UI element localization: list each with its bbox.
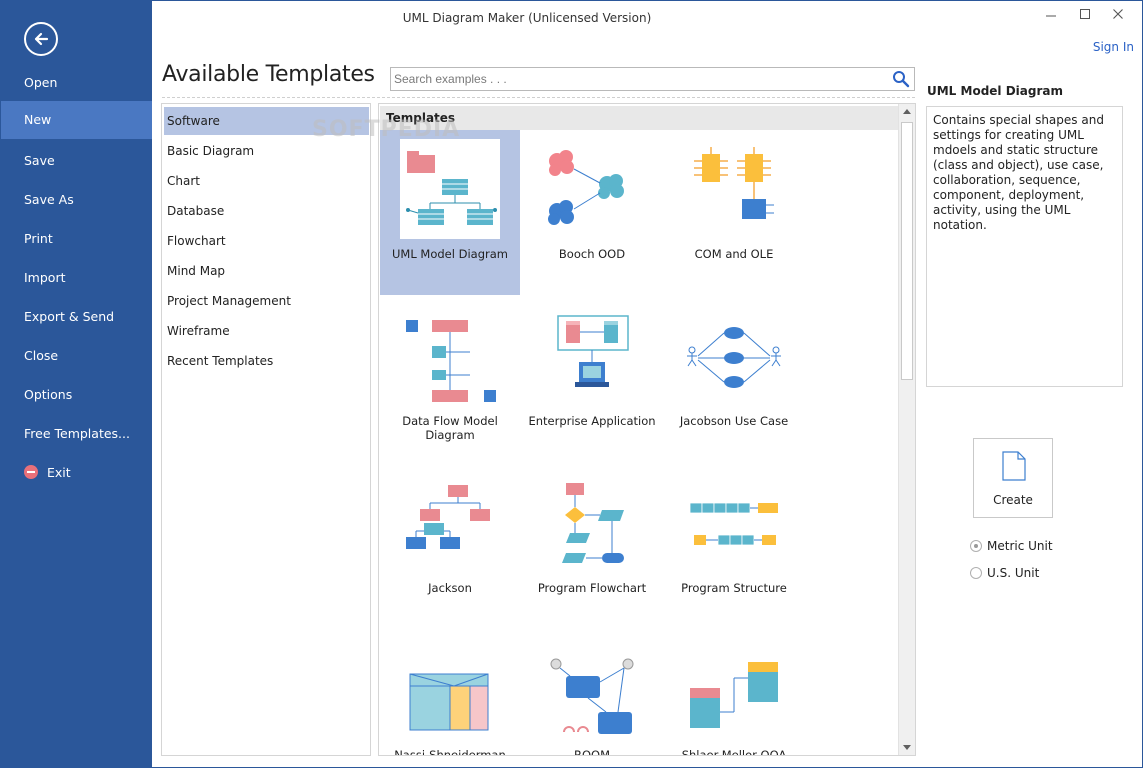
template-label: Nassi-Shneiderman — [394, 748, 506, 756]
template-label: COM and OLE — [694, 247, 774, 261]
maximize-icon[interactable] — [1070, 6, 1100, 26]
room-thumbnail — [550, 658, 634, 734]
data-flow-model-diagram-thumbnail — [406, 320, 496, 402]
nav-export-send[interactable]: Export & Send — [1, 298, 152, 336]
enterprise-application-thumbnail — [557, 315, 629, 387]
template-program-structure[interactable]: Program Structure — [664, 464, 804, 629]
search-icon[interactable] — [892, 70, 910, 88]
jackson-thumbnail — [406, 485, 490, 549]
template-jacobson-use-case[interactable]: Jacobson Use Case — [664, 297, 804, 462]
template-room[interactable]: ROOM — [522, 631, 662, 756]
template-label: UML Model Diagram — [392, 247, 508, 261]
us-unit-label: U.S. Unit — [987, 566, 1040, 580]
uml-model-diagram-thumbnail — [400, 139, 500, 239]
template-label: Shlaer-Mellor OOA — [681, 748, 787, 756]
category-flowchart[interactable]: Flowchart — [164, 227, 369, 255]
backstage-nav: Open New Save Save As Print Import Expor… — [1, 1, 152, 767]
us-unit-radio[interactable]: U.S. Unit — [970, 566, 1039, 582]
program-structure-thumbnail — [689, 502, 778, 546]
back-arrow-icon[interactable] — [24, 22, 58, 56]
template-label: Data Flow Model Diagram — [402, 414, 498, 442]
nav-exit[interactable]: Exit — [1, 454, 152, 492]
nav-open[interactable]: Open — [1, 64, 152, 102]
template-label: Program Structure — [681, 581, 787, 595]
nav-print[interactable]: Print — [1, 220, 152, 258]
scroll-down-icon[interactable] — [899, 739, 915, 755]
program-flowchart-thumbnail — [562, 483, 624, 563]
category-recent-templates[interactable]: Recent Templates — [164, 347, 369, 375]
scroll-up-icon[interactable] — [899, 104, 915, 120]
template-detail-title: UML Model Diagram — [927, 84, 1063, 98]
create-label: Create — [993, 493, 1033, 507]
category-list: Software Basic Diagram Chart Database Fl… — [161, 103, 371, 756]
template-nassi-shneiderman[interactable]: Nassi-Shneiderman — [380, 631, 520, 756]
template-com-and-ole[interactable]: COM and OLE — [664, 130, 804, 295]
page-title: Available Templates — [162, 62, 375, 87]
template-label: Jackson — [428, 581, 472, 595]
nassi-shneiderman-thumbnail — [409, 673, 489, 731]
template-uml-model-diagram[interactable]: UML Model Diagram — [380, 130, 520, 295]
close-icon[interactable] — [1103, 6, 1133, 26]
category-database[interactable]: Database — [164, 197, 369, 225]
nav-save[interactable]: Save — [1, 142, 152, 180]
booch-ood-thumbnail — [548, 150, 624, 225]
templates-header: Templates — [380, 106, 898, 130]
templates-panel: Templates UML Model Diagram Booch OOD CO… — [378, 103, 916, 756]
jacobson-use-case-thumbnail — [687, 327, 781, 388]
exit-icon — [24, 465, 38, 479]
new-document-icon — [1002, 451, 1026, 481]
category-software[interactable]: Software — [164, 107, 369, 135]
template-enterprise-application[interactable]: Enterprise Application — [522, 297, 662, 462]
category-project-management[interactable]: Project Management — [164, 287, 369, 315]
com-and-ole-thumbnail — [694, 147, 774, 219]
radio-checked-icon — [970, 540, 982, 552]
radio-unchecked-icon — [970, 567, 982, 579]
metric-unit-label: Metric Unit — [987, 539, 1053, 553]
template-booch-ood[interactable]: Booch OOD — [522, 130, 662, 295]
category-wireframe[interactable]: Wireframe — [164, 317, 369, 345]
nav-free-templates[interactable]: Free Templates... — [1, 415, 152, 453]
minimize-icon[interactable] — [1036, 6, 1066, 26]
template-description: Contains special shapes and settings for… — [926, 106, 1123, 387]
nav-exit-label: Exit — [47, 465, 71, 480]
template-jackson[interactable]: Jackson — [380, 464, 520, 629]
nav-options[interactable]: Options — [1, 376, 152, 414]
search-box — [390, 67, 915, 91]
template-shlaer-mellor-ooa[interactable]: Shlaer-Mellor OOA — [664, 631, 804, 756]
template-data-flow-model-diagram[interactable]: Data Flow Model Diagram — [380, 297, 520, 462]
category-basic-diagram[interactable]: Basic Diagram — [164, 137, 369, 165]
template-label: ROOM — [573, 748, 611, 756]
search-input[interactable] — [394, 70, 884, 88]
nav-new[interactable]: New — [1, 101, 152, 139]
shlaer-mellor-ooa-thumbnail — [690, 662, 778, 728]
nav-close[interactable]: Close — [1, 337, 152, 375]
category-mind-map[interactable]: Mind Map — [164, 257, 369, 285]
metric-unit-radio[interactable]: Metric Unit — [970, 539, 1053, 555]
scroll-thumb[interactable] — [901, 122, 913, 380]
window-title: UML Diagram Maker (Unlicensed Version) — [402, 11, 652, 25]
nav-import[interactable]: Import — [1, 259, 152, 297]
template-label: Jacobson Use Case — [679, 414, 789, 428]
templates-scrollbar[interactable] — [898, 104, 915, 755]
template-program-flowchart[interactable]: Program Flowchart — [522, 464, 662, 629]
create-button[interactable]: Create — [973, 438, 1053, 518]
template-label: Booch OOD — [558, 247, 626, 261]
template-label: Program Flowchart — [537, 581, 647, 595]
nav-save-as[interactable]: Save As — [1, 181, 152, 219]
template-label: Enterprise Application — [528, 414, 656, 428]
category-chart[interactable]: Chart — [164, 167, 369, 195]
sign-in-link[interactable]: Sign In — [1093, 40, 1134, 54]
divider — [162, 97, 915, 98]
